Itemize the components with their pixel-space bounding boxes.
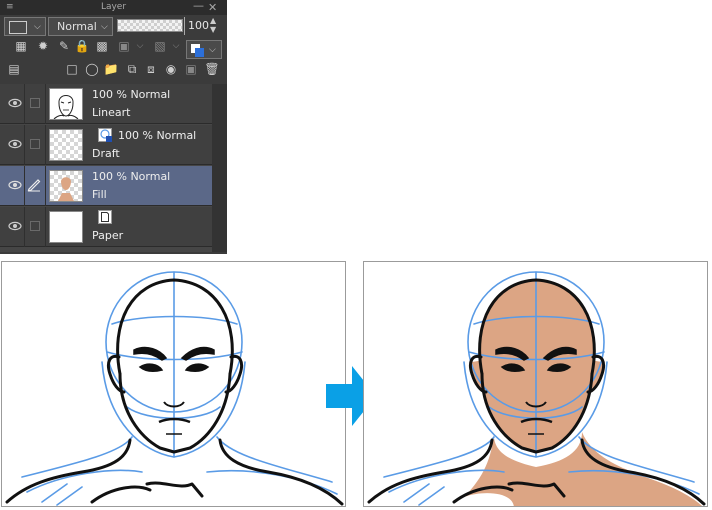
layer-list: 100 % Normal Lineart 100 % Normal Draft — [0, 84, 212, 252]
eye-icon[interactable] — [8, 139, 22, 149]
blend-mode-select[interactable]: Normal ⌵ — [48, 17, 113, 36]
divider — [24, 166, 25, 206]
panel-titlebar: ≡ Layer — ✕ — [0, 0, 227, 15]
lock-transparent-icon[interactable]: ▩ — [94, 38, 110, 54]
chevron-down-icon: ⌵ — [209, 45, 216, 55]
new-raster-layer-icon[interactable]: □ — [64, 61, 80, 77]
divider — [24, 125, 25, 165]
divider — [45, 84, 46, 124]
minimize-icon[interactable]: — — [193, 0, 204, 13]
lock-toggle[interactable] — [30, 221, 40, 231]
layer-row-fill[interactable]: 100 % Normal Fill — [0, 166, 212, 206]
layer-row-draft[interactable]: 100 % Normal Draft — [0, 125, 212, 165]
reference-layer-icon[interactable]: ✹ — [35, 38, 51, 54]
clip-layer-icon[interactable]: ▦ — [13, 38, 29, 54]
layer-opacity-mode: 100 % Normal — [118, 129, 197, 142]
mask-icon[interactable]: ▣ — [116, 38, 132, 54]
layer-panel: ≡ Layer — ✕ ⌵ Normal ⌵ 100 ▲ ▼ ▦ ✹ ✎ 🔒 ▩ … — [0, 0, 227, 254]
layer-opacity-mode: 100 % Normal — [92, 88, 171, 101]
folder-icon[interactable]: 📁 — [103, 61, 119, 77]
layer-thumbnail — [49, 170, 83, 202]
layer-row-paper[interactable]: Paper — [0, 207, 212, 247]
color-swatch-icon — [195, 48, 204, 57]
opacity-slider[interactable] — [117, 19, 183, 32]
lock-toggle[interactable] — [30, 139, 40, 149]
layer-name: Draft — [92, 147, 120, 160]
duplicate-layer-icon[interactable]: ⧉ — [124, 61, 140, 77]
lock-icon[interactable]: 🔒 — [74, 38, 90, 54]
layer-thumbnail — [49, 88, 83, 120]
pen-icon — [27, 179, 41, 192]
eye-icon[interactable] — [8, 180, 22, 190]
divider — [45, 207, 46, 247]
divider — [45, 166, 46, 206]
blend-mode-value: Normal — [57, 20, 97, 33]
layer-list-scrollbar[interactable] — [212, 84, 227, 252]
chevron-down-icon[interactable]: ⌵ — [168, 38, 184, 54]
new-vector-layer-icon[interactable]: ◯ — [84, 61, 100, 77]
illustration-before — [1, 261, 346, 507]
eye-icon[interactable] — [8, 221, 22, 231]
divider — [24, 207, 25, 247]
paper-layer-badge-icon — [98, 210, 112, 224]
layer-name: Lineart — [92, 106, 131, 119]
layer-tools-row: ▦ ✹ ✎ 🔒 ▩ ▣ ⌵ ▧ ⌵ ⌵ — [0, 38, 227, 60]
stepper-icon[interactable]: ▲ ▼ — [210, 16, 216, 34]
layer-actions-row: ▤ □ ◯ 📁 ⧉ ⧈ ◉ ▣ 🗑 — [0, 61, 227, 83]
layer-row-lineart[interactable]: 100 % Normal Lineart — [0, 84, 212, 124]
slider-handle — [184, 17, 185, 35]
expression-color-select[interactable]: ⌵ — [4, 17, 46, 36]
chevron-down-icon: ⌵ — [34, 22, 41, 32]
chevron-down-icon[interactable]: ⌵ — [132, 38, 148, 54]
opacity-value[interactable]: 100 — [188, 19, 209, 32]
chevron-down-icon: ⌵ — [101, 22, 108, 32]
layer-name: Fill — [92, 188, 107, 201]
mask-layer-icon[interactable]: ◉ — [163, 61, 179, 77]
lock-toggle[interactable] — [30, 98, 40, 108]
illustration-after — [363, 261, 708, 507]
layer-opacity-mode: 100 % Normal — [92, 170, 171, 183]
layer-thumbnail — [49, 129, 83, 161]
layer-color-select[interactable]: ⌵ — [186, 40, 222, 59]
draft-layer-icon[interactable]: ✎ — [56, 38, 72, 54]
camera-icon[interactable]: ▣ — [183, 61, 199, 77]
eye-icon[interactable] — [8, 98, 22, 108]
close-icon[interactable]: ✕ — [208, 0, 217, 15]
color-swatch-icon — [9, 21, 27, 34]
transfer-icon[interactable]: ⧈ — [143, 61, 159, 77]
draft-layer-badge-icon — [98, 128, 112, 142]
ruler-icon[interactable]: ▧ — [152, 38, 168, 54]
layer-menu-icon[interactable]: ▤ — [6, 61, 22, 77]
divider — [45, 125, 46, 165]
divider — [24, 84, 25, 124]
layer-name: Paper — [92, 229, 124, 242]
layer-thumbnail — [49, 211, 83, 243]
trash-icon[interactable]: 🗑 — [204, 61, 220, 77]
